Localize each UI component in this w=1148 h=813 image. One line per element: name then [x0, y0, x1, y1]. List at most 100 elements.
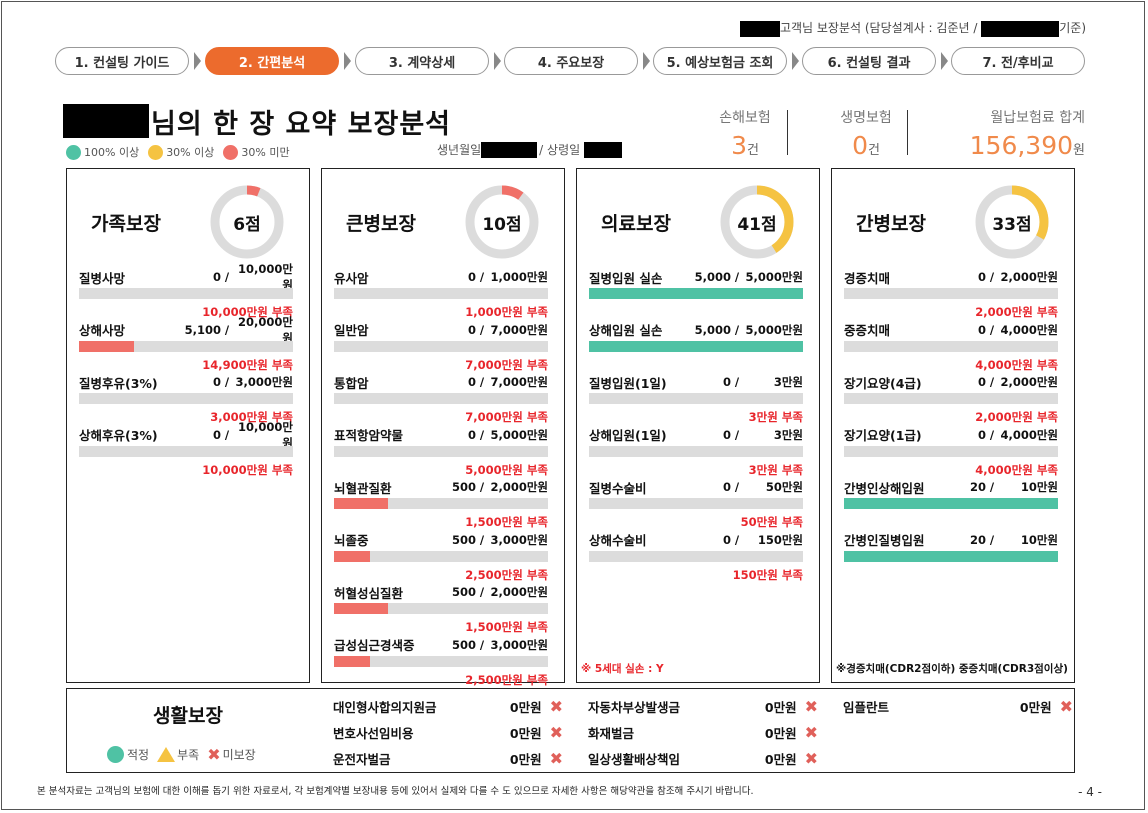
tab-expected-claim[interactable]: 5. 예상보험금 조회	[653, 47, 787, 75]
tab-arrow-icon	[494, 52, 501, 70]
coverage-goal: 4,000만원	[1000, 322, 1058, 337]
coverage-bar	[79, 288, 293, 299]
coverage-name: 상해후유(3%)	[79, 428, 158, 443]
life-coverage-item: 변호사선임비용 0만원 ✖	[333, 722, 563, 742]
slash: /	[224, 375, 230, 389]
redacted-date	[981, 20, 1060, 37]
coverage-name: 상해사망	[79, 323, 126, 338]
coverage-bar	[844, 288, 1058, 299]
card-title: 큰병보장	[346, 213, 416, 235]
coverage-current: 500	[451, 637, 476, 652]
tab-contract-detail[interactable]: 3. 계약상세	[355, 47, 489, 75]
slash: /	[989, 532, 995, 547]
coverage-name: 중증치매	[844, 323, 891, 338]
shortage-text: 5,000만원 부족	[465, 462, 548, 477]
slash: /	[479, 270, 485, 284]
life-coverage-item: 대인형사합의지원금 0만원 ✖	[333, 696, 563, 716]
life-coverage-item: 화재벌금 0만원 ✖	[588, 722, 818, 742]
tab-consulting-guide[interactable]: 1. 컨설팅 가이드	[55, 47, 189, 75]
coverage-name: 간병인상해입원	[844, 480, 925, 496]
coverage-name: 상해입원(1일)	[589, 428, 667, 443]
coverage-goal: 2,000만원	[1000, 375, 1058, 389]
coverage-item: 통합암 0/ 7,000만원 7,000만원 부족	[334, 374, 548, 425]
coverage-goal: 2,000만원	[490, 480, 548, 494]
slash: /	[224, 322, 230, 337]
coverage-item: 경증치매 0/ 2,000만원 2,000만원 부족	[844, 269, 1058, 320]
coverage-name: 질병수술비	[589, 480, 647, 496]
coverage-current: 0	[977, 375, 986, 389]
coverage-bar	[589, 498, 803, 509]
coverage-current: 0	[722, 375, 731, 389]
slash: /	[479, 427, 485, 442]
legend-red-dot	[223, 144, 239, 160]
coverage-item: 표적항암약물 0/ 5,000만원 5,000만원 부족	[334, 427, 548, 478]
slash: /	[734, 375, 740, 389]
coverage-bar	[334, 288, 548, 299]
coverage-name: 유사암	[334, 270, 369, 286]
coverage-item: 간병인상해입원 20/ 10만원	[844, 479, 1058, 509]
score-label: 41점	[737, 214, 777, 235]
coverage-name: 상해수술비	[589, 533, 647, 548]
legend-label: 30% 이상	[166, 146, 215, 159]
coverage-name: 질병사망	[79, 270, 126, 286]
tab-before-after[interactable]: 7. 전/후비교	[951, 47, 1085, 75]
coverage-name: 간병인질병입원	[844, 533, 925, 548]
slash: /	[989, 480, 995, 494]
coverage-bar	[589, 288, 803, 299]
coverage-item: 유사암 0/ 1,000만원 1,000만원 부족	[334, 269, 548, 320]
redacted-age	[584, 141, 623, 158]
shortage-text: 10,000만원 부족	[202, 462, 293, 477]
shortage-text: 2,000만원 부족	[975, 410, 1058, 424]
coverage-card: 간병보장 33점경증치매 0/2,000만원 2,000만원 부족중증치매 0 / 4,00…	[831, 168, 1075, 683]
coverage-card: 의료보장 41점 질병입원 실손 5,000/5,000만원 상해입원 실손 5,000/…	[576, 168, 820, 683]
life-legend: 적정 부족 ✖ 미보장	[107, 745, 256, 764]
life-coverage-name: 운전자벌금	[333, 751, 391, 767]
coverage-card: 큰병보장 10점 유사암 0/1,000만원 1,000만원 부족 일반암 0/7,000만…	[321, 168, 565, 687]
coverage-goal: 3만원	[773, 375, 803, 389]
tab-arrow-icon	[344, 52, 351, 70]
coverage-item: 뇌혈관질환 500/ 2,000만원 1,500만원 부족	[334, 479, 548, 530]
birth-label: 생년월일	[437, 143, 482, 157]
coverage-bar	[334, 603, 548, 614]
coverage-bar-fill	[844, 498, 1058, 509]
summary-label: 월납보험료 합계	[990, 110, 1085, 126]
x-mark-icon: ✖	[207, 745, 221, 764]
coverage-bar-fill	[589, 288, 803, 299]
coverage-goal: 5,000만원	[490, 427, 548, 442]
coverage-name: 허혈성심질환	[334, 585, 404, 601]
coverage-current: 500	[451, 585, 476, 599]
legend-ok-label: 적정	[127, 748, 150, 762]
card-title: 간병보장	[856, 213, 926, 235]
coverage-goal: 7,000만원	[490, 375, 548, 389]
x-mark-icon: ✖	[804, 722, 818, 742]
slash: /	[734, 480, 740, 494]
life-coverage-value: 0만원	[764, 751, 797, 767]
coverage-goal: 50만원	[765, 480, 803, 494]
x-mark-icon: ✖	[804, 748, 818, 768]
slash: /	[479, 637, 485, 652]
coverage-item: 간병인질병입원 20/ 10만원	[844, 532, 1058, 562]
legend-label: 30% 미만	[241, 146, 290, 159]
slash: /	[734, 427, 740, 442]
coverage-current: 500	[451, 480, 476, 494]
coverage-goal: 3,000만원	[235, 375, 293, 389]
redacted-birth	[481, 141, 538, 158]
life-coverage-item: 일상생활배상책임 0만원 ✖	[588, 748, 818, 768]
tab-simple-analysis[interactable]: 2. 간편분석	[205, 47, 339, 75]
coverage-bar-fill	[334, 498, 388, 509]
shortage-text: 150만원 부족	[732, 567, 803, 582]
coverage-item: 장기요양(1급) 0/ 4,000만원 4,000만원 부족	[844, 427, 1058, 478]
coverage-current: 5,000	[694, 270, 731, 284]
life-coverage-box: 생활보장 적정 부족 ✖ 미보장 대인형사합의지원금 0만원 ✖ 변호사선임비용 0만원 ✖…	[66, 688, 1075, 773]
tab-consulting-result[interactable]: 6. 컨설팅 결과	[802, 47, 936, 75]
shortage-text: 1,000만원 부족	[465, 305, 548, 319]
coverage-bar	[334, 445, 548, 457]
coverage-bar	[79, 340, 293, 352]
step-tabs: 1. 컨설팅 가이드 2. 간편분석 3. 계약상세 4. 주요보장 5. 예상…	[55, 47, 1085, 75]
header-date-text: 기준)	[1059, 21, 1086, 35]
tab-main-coverage[interactable]: 4. 주요보장	[504, 47, 638, 75]
summary-label: 손해보험	[719, 110, 771, 126]
score-label: 33점	[992, 214, 1032, 235]
coverage-item: 허혈성심질환 500/ 2,000만원 1,500만원 부족	[334, 584, 548, 635]
coverage-bar-fill	[844, 550, 1058, 562]
